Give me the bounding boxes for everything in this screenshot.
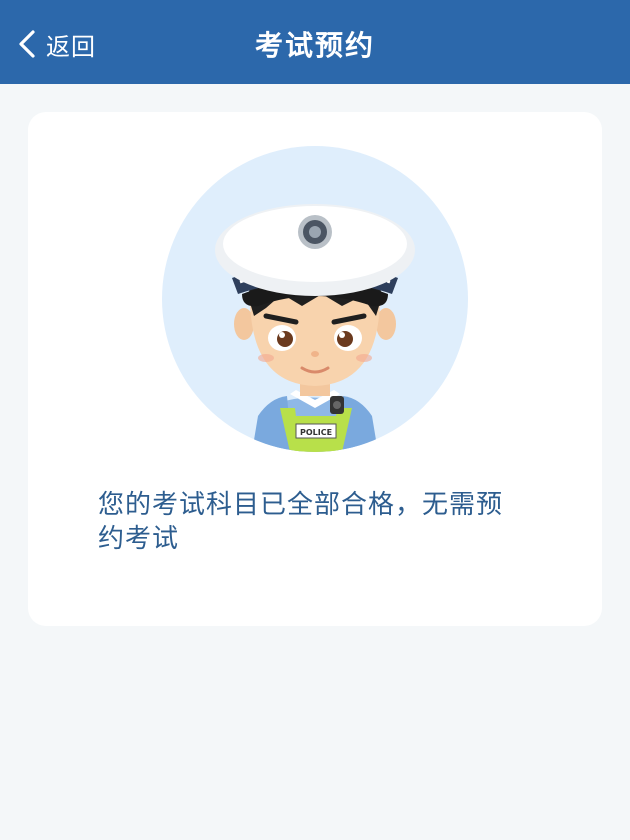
police-avatar-illustration: POLICE: [162, 146, 468, 452]
police-officer-icon: POLICE: [215, 204, 415, 452]
result-card: POLICE 您的考试科目已全部合格，无需预约考试: [28, 112, 602, 626]
page-title: 考试预约: [254, 29, 375, 62]
top-nav-bar: 返回 考试预约: [0, 0, 630, 84]
status-message: 您的考试科目已全部合格，无需预约考试: [98, 490, 504, 554]
svg-text:POLICE: POLICE: [300, 428, 332, 437]
